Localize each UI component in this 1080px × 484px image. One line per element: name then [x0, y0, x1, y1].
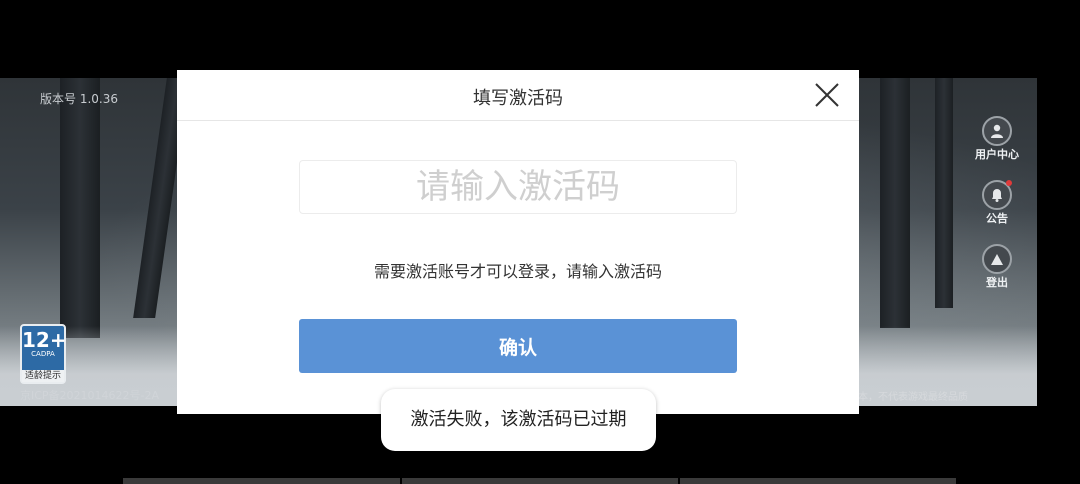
version-label: 版本号 1.0.36: [40, 92, 118, 106]
tree-trunk: [60, 78, 100, 338]
confirm-button[interactable]: 确认: [299, 319, 737, 373]
bottom-bar: [123, 478, 956, 484]
disclaimer-text: 版本，不代表游戏最终品质: [848, 392, 968, 403]
icp-license: 京ICP备2021014622号-2A: [20, 389, 160, 402]
activation-hint: 需要激活账号才可以登录，请输入激活码: [373, 262, 662, 281]
age-rating-tip: 适龄提示: [22, 370, 64, 382]
logout-label: 登出: [986, 276, 1008, 289]
activation-dialog: 填写激活码 需要激活账号才可以登录，请输入激活码 确认: [177, 70, 859, 414]
bell-icon: [982, 180, 1012, 210]
announcement-button[interactable]: 公告: [972, 180, 1022, 226]
close-button[interactable]: [813, 81, 841, 109]
dialog-header: 填写激活码: [177, 70, 859, 121]
activation-code-input[interactable]: [299, 160, 737, 214]
error-toast: 激活失败，该激活码已过期: [381, 389, 656, 451]
close-icon: [815, 83, 839, 107]
logout-button[interactable]: 登出: [972, 244, 1022, 290]
age-rating-badge[interactable]: 12+ CADPA 适龄提示: [20, 324, 67, 384]
user-center-label: 用户中心: [975, 148, 1019, 161]
logout-icon: [982, 244, 1012, 274]
user-icon: [982, 116, 1012, 146]
age-rating-number: 12+: [22, 328, 67, 352]
bottom-bar-divider: [400, 478, 402, 484]
dialog-title: 填写激活码: [473, 88, 563, 109]
announcement-label: 公告: [986, 212, 1008, 225]
notification-badge: [1006, 180, 1012, 186]
bottom-bar-divider: [678, 478, 680, 484]
tree-trunk: [880, 78, 910, 328]
user-center-button[interactable]: 用户中心: [972, 116, 1022, 162]
tree-trunk: [935, 78, 953, 308]
